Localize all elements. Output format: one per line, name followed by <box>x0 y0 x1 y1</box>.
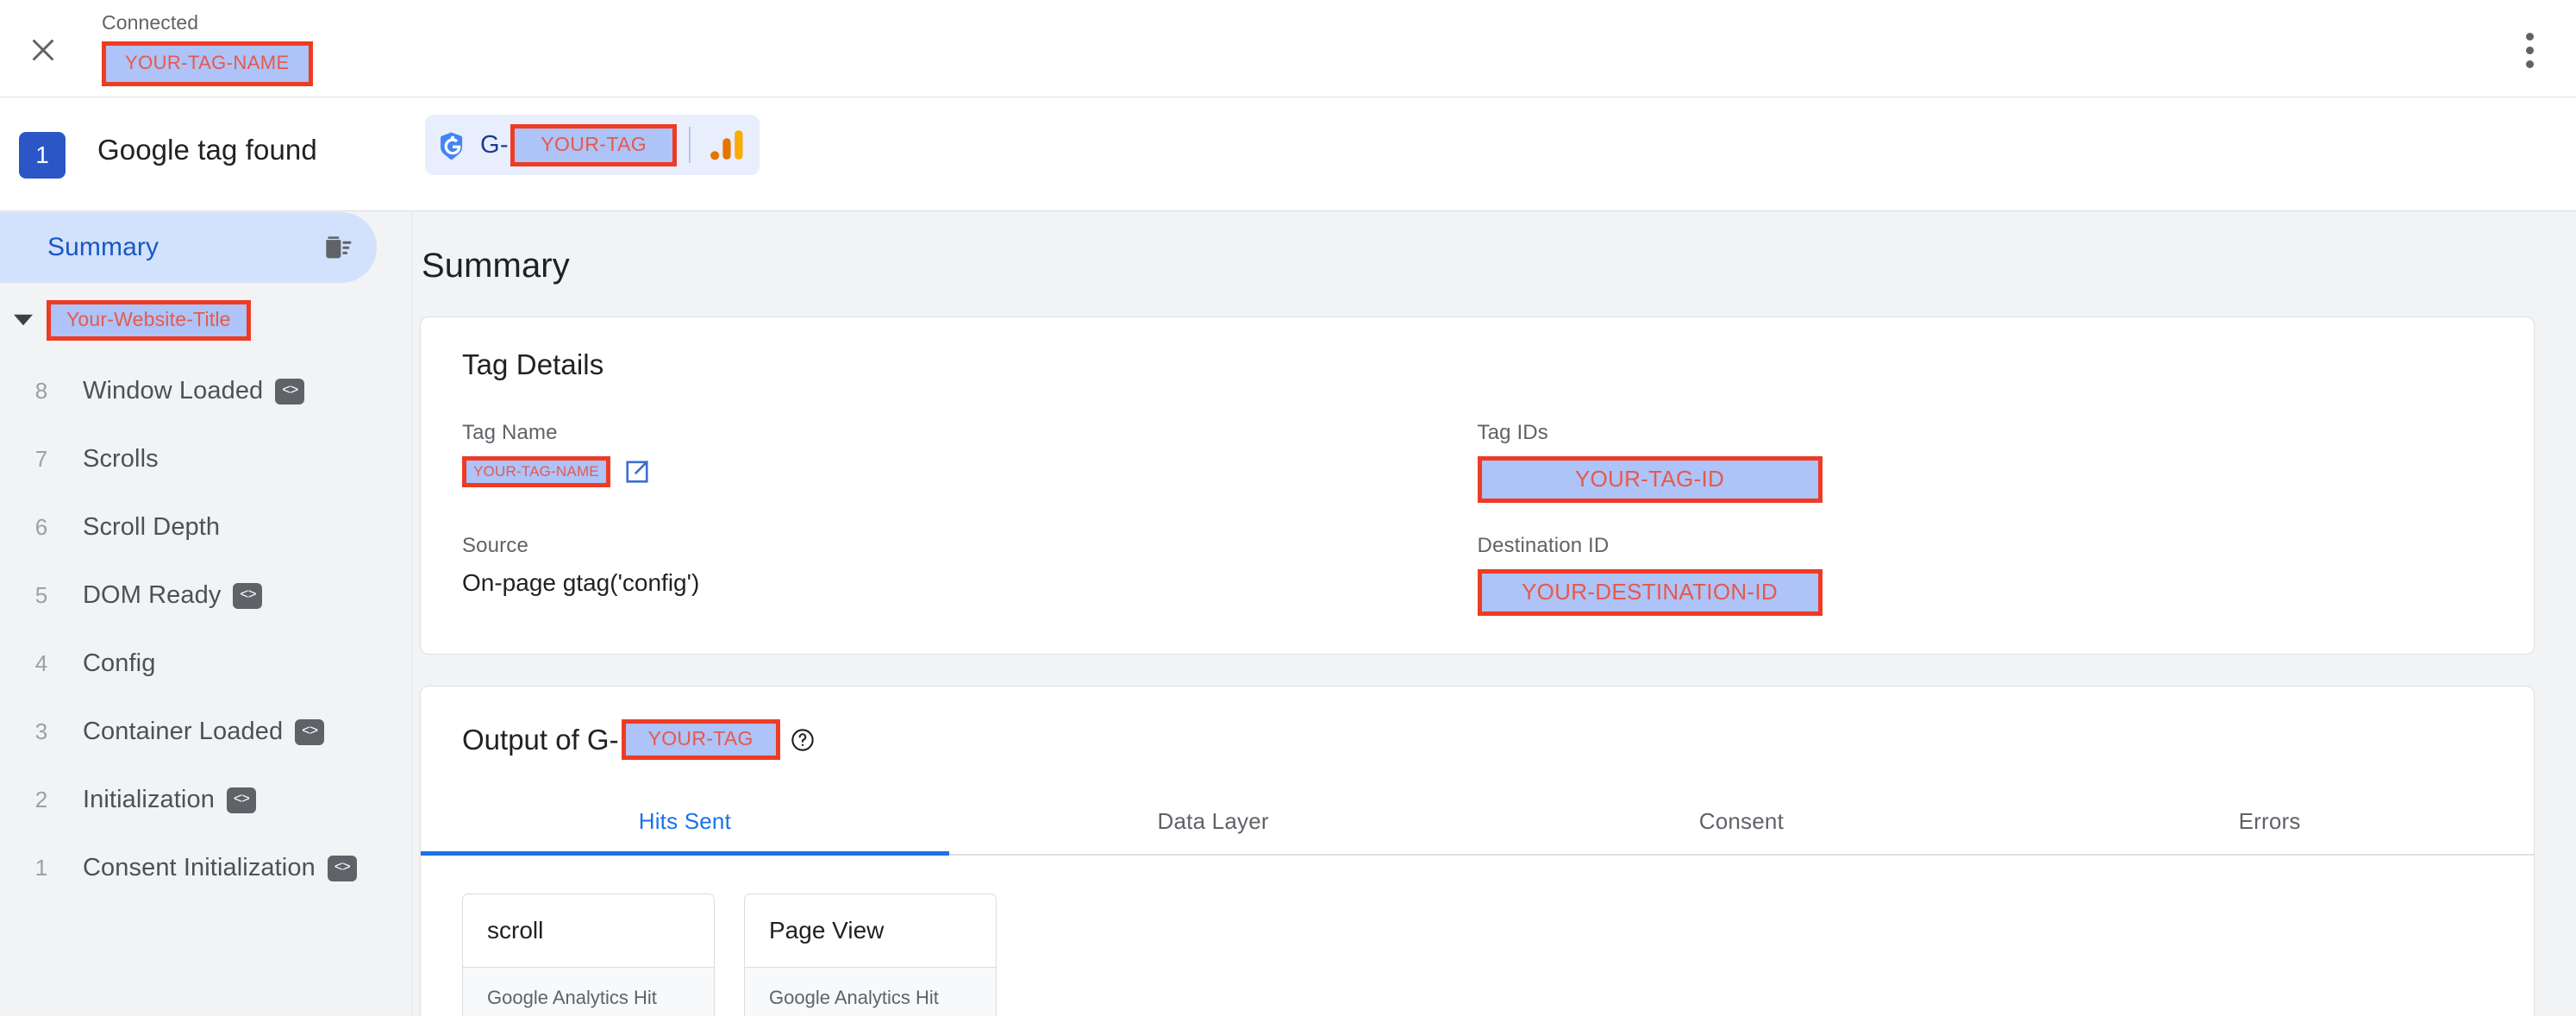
code-badge-icon: <> <box>295 718 325 745</box>
event-number: 3 <box>34 718 48 744</box>
more-vert-icon[interactable] <box>2504 24 2555 76</box>
sidebar-event-row[interactable]: 6 Scroll Depth <box>0 493 411 561</box>
event-number: 7 <box>34 446 48 472</box>
connected-tag-name: YOUR-TAG-NAME <box>102 41 313 86</box>
tag-ids-value-row: YOUR-TAG-ID <box>1477 456 2493 503</box>
sidebar-item-summary[interactable]: Summary <box>0 212 377 283</box>
tag-name-value-row: YOUR-TAG-NAME <box>462 456 1478 487</box>
external-link-icon[interactable] <box>624 459 650 485</box>
output-heading-prefix: Output of G- <box>462 723 619 756</box>
chip-divider <box>689 127 691 163</box>
field-destination-id: Destination ID YOUR-DESTINATION-ID <box>1477 534 2493 616</box>
hit-card[interactable]: scroll Google Analytics Hit <box>462 894 715 1016</box>
event-number: 8 <box>34 378 48 404</box>
event-label: DOM Ready <box>83 581 222 609</box>
source-value: On-page gtag('config') <box>462 569 700 596</box>
destination-id-value-row: YOUR-DESTINATION-ID <box>1477 569 2493 616</box>
tag-count-badge: 1 <box>19 132 66 179</box>
hit-name: scroll <box>463 894 714 968</box>
event-label: Scroll Depth <box>83 513 221 541</box>
output-heading: Output of G- YOUR-TAG <box>421 687 2534 760</box>
page-title: Summary <box>422 247 570 285</box>
top-bar: Connected YOUR-TAG-NAME <box>0 0 2576 97</box>
output-card: Output of G- YOUR-TAG Hits Sent Data Laye… <box>420 686 2535 1016</box>
event-number: 4 <box>34 650 48 676</box>
tag-prefix: G- <box>480 130 510 159</box>
tab-data-layer[interactable]: Data Layer <box>949 793 1478 854</box>
field-source: Source On-page gtag('config') <box>462 534 1478 616</box>
tab-errors[interactable]: Errors <box>2005 793 2534 854</box>
tab-hits-sent[interactable]: Hits Sent <box>421 793 949 856</box>
sidebar-event-row[interactable]: 4 Config <box>0 630 411 698</box>
tag-found-title: Google tag found <box>97 134 317 166</box>
event-number: 6 <box>34 514 48 540</box>
tab-consent[interactable]: Consent <box>1478 793 2006 854</box>
hit-name: Page View <box>745 894 996 968</box>
connection-status: Connected YOUR-TAG-NAME <box>102 10 313 86</box>
field-tag-ids: Tag IDs YOUR-TAG-ID <box>1477 421 2493 503</box>
tag-assistant-window: Connected YOUR-TAG-NAME 1 Google tag fou… <box>0 0 2576 1016</box>
event-number: 2 <box>34 787 48 812</box>
code-badge-icon: <> <box>233 582 263 609</box>
hit-type: Google Analytics Hit <box>463 968 714 1016</box>
tag-name-label: Tag Name <box>462 421 558 444</box>
source-label: Source <box>462 534 528 557</box>
main-panel: Summary Tag Details Tag Name YOUR-TAG-NA… <box>413 212 2576 1016</box>
field-tag-name: Tag Name YOUR-TAG-NAME <box>462 421 1478 503</box>
event-label: Scrolls <box>83 445 159 473</box>
event-number: 5 <box>34 582 48 608</box>
connected-label: Connected <box>102 11 199 34</box>
tag-name-value: YOUR-TAG-NAME <box>462 456 610 487</box>
code-badge-icon: <> <box>327 855 357 881</box>
tag-ids-label: Tag IDs <box>1477 421 1548 444</box>
google-tag-icon <box>437 129 468 160</box>
sidebar-summary-label: Summary <box>47 233 159 261</box>
hits-list: scroll Google Analytics Hit Page View Googl… <box>421 856 2534 1016</box>
code-badge-icon: <> <box>226 787 256 813</box>
hit-type: Google Analytics Hit <box>745 968 996 1016</box>
output-heading-tag: YOUR-TAG <box>621 719 780 760</box>
code-badge-icon: <> <box>275 378 305 405</box>
sidebar-event-row[interactable]: 5 DOM Ready <> <box>0 561 411 630</box>
event-label: Initialization <box>83 786 215 813</box>
google-tag-chip[interactable]: G- YOUR-TAG <box>425 115 760 175</box>
event-number: 1 <box>34 855 48 881</box>
sidebar-site-title: Your-Website-Title <box>47 299 251 341</box>
destination-id-value: YOUR-DESTINATION-ID <box>1477 569 1823 616</box>
event-label: Container Loaded <box>83 718 284 745</box>
tag-details-card: Tag Details Tag Name YOUR-TAG-NAME Tag I… <box>420 317 2535 655</box>
event-sidebar: Summary Your-Website-Title 8 Window Loade… <box>0 212 412 1016</box>
event-label: Window Loaded <box>83 377 264 405</box>
sidebar-site-row[interactable]: Your-Website-Title <box>0 283 411 357</box>
event-label: Consent Initialization <box>83 854 316 881</box>
output-tabs: Hits Sent Data Layer Consent Errors <box>421 793 2534 856</box>
event-list: 8 Window Loaded <> 7 Scrolls 6 Scroll Depth 5 DO… <box>0 357 411 902</box>
close-icon[interactable] <box>19 26 67 74</box>
hit-card[interactable]: Page View Google Analytics Hit <box>744 894 997 1016</box>
sidebar-event-row[interactable]: 2 Initialization <> <box>0 766 411 834</box>
tag-details-grid: Tag Name YOUR-TAG-NAME Tag IDs YOUR-TAG-… <box>421 381 2534 654</box>
tag-ids-value: YOUR-TAG-ID <box>1477 456 1823 503</box>
sidebar-event-row[interactable]: 7 Scrolls <box>0 425 411 493</box>
destination-id-label: Destination ID <box>1477 534 1610 557</box>
sidebar-event-row[interactable]: 3 Container Loaded <> <box>0 698 411 766</box>
sidebar-event-row[interactable]: 8 Window Loaded <> <box>0 357 411 425</box>
tag-details-title: Tag Details <box>462 348 604 380</box>
trash-clear-icon[interactable] <box>316 228 356 267</box>
help-circle-icon[interactable] <box>791 728 815 752</box>
tag-id-value: YOUR-TAG <box>510 123 678 166</box>
google-analytics-icon <box>710 129 744 161</box>
tag-found-bar: 1 Google tag found <box>0 97 2576 211</box>
chevron-down-icon[interactable] <box>0 314 47 326</box>
event-label: Config <box>83 649 156 677</box>
sidebar-event-row[interactable]: 1 Consent Initialization <> <box>0 834 411 902</box>
